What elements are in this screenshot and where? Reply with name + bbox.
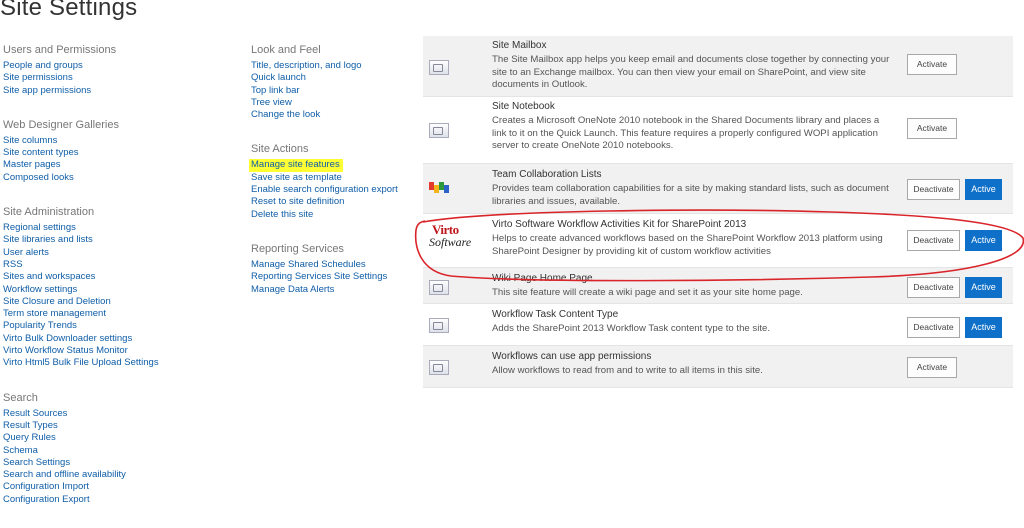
feature-description: The Site Mailbox app helps you keep emai…: [492, 54, 890, 91]
feature-title: Team Collaboration Lists: [492, 169, 602, 180]
settings-link-workflow-settings[interactable]: Workflow settings: [3, 284, 243, 296]
settings-link-master-pages[interactable]: Master pages: [3, 159, 243, 171]
settings-link-virto-bulk-downloader-settings[interactable]: Virto Bulk Downloader settings: [3, 333, 243, 345]
settings-group-title: Reporting Services: [251, 242, 344, 255]
settings-group: Reporting Services Manage Shared Schedule…: [251, 243, 421, 296]
settings-link-quick-launch[interactable]: Quick launch: [251, 72, 421, 84]
feature-description: Adds the SharePoint 2013 Workflow Task c…: [492, 323, 771, 334]
settings-link-title-description-and-logo[interactable]: Title, description, and logo: [251, 60, 421, 72]
settings-link-reset-to-site-definition[interactable]: Reset to site definition: [251, 196, 421, 208]
settings-link-rss[interactable]: RSS: [3, 259, 243, 271]
feature-title: Site Notebook: [492, 101, 555, 112]
settings-link-configuration-import[interactable]: Configuration Import: [3, 481, 243, 493]
settings-link-site-libraries-and-lists[interactable]: Site libraries and lists: [3, 234, 243, 246]
settings-link-search-settings[interactable]: Search Settings: [3, 457, 243, 469]
feature-row: Workflow Task Content Type Adds the Share…: [423, 304, 1013, 346]
settings-link-term-store-management[interactable]: Term store management: [3, 308, 243, 320]
settings-link-user-alerts[interactable]: User alerts: [3, 247, 243, 259]
settings-link-schema[interactable]: Schema: [3, 445, 243, 457]
red-annotation-ellipse: [414, 209, 1024, 282]
feature-placeholder-icon: [429, 318, 449, 333]
settings-group-title: Web Designer Galleries: [3, 118, 119, 131]
settings-link-site-closure-and-deletion[interactable]: Site Closure and Deletion: [3, 296, 243, 308]
deactivate-button[interactable]: Deactivate: [907, 179, 960, 200]
settings-link-site-content-types[interactable]: Site content types: [3, 147, 243, 159]
settings-link-people-and-groups[interactable]: People and groups: [3, 60, 243, 72]
settings-link-change-the-look[interactable]: Change the look: [251, 109, 421, 121]
settings-link-manage-data-alerts[interactable]: Manage Data Alerts: [251, 284, 421, 296]
team-collaboration-icon: [429, 180, 451, 195]
feature-row: Site Mailbox The Site Mailbox app helps y…: [423, 36, 1013, 97]
settings-link-tree-view[interactable]: Tree view: [251, 97, 421, 109]
feature-row: Team Collaboration Lists Provides team co…: [423, 164, 1013, 214]
settings-link-composed-looks[interactable]: Composed looks: [3, 172, 243, 184]
settings-group: Look and Feel Title, description, and log…: [251, 44, 421, 121]
feature-description: This site feature will create a wiki pag…: [492, 287, 803, 298]
settings-link-query-rules[interactable]: Query Rules: [3, 432, 243, 444]
settings-group: Web Designer Galleries Site columns Site c…: [3, 119, 243, 184]
feature-placeholder-icon: [429, 60, 449, 75]
feature-description: Allow workflows to read from and to writ…: [492, 365, 763, 376]
feature-title: Workflows can use app permissions: [492, 351, 652, 362]
feature-title: Workflow Task Content Type: [492, 309, 619, 320]
page-title: Site Settings: [0, 0, 138, 21]
feature-row: Site Notebook Creates a Microsoft OneNote…: [423, 97, 1013, 164]
settings-link-enable-search-configuration-export[interactable]: Enable search configuration export: [251, 184, 421, 196]
settings-link-result-sources[interactable]: Result Sources: [3, 408, 243, 420]
settings-link-save-site-as-template[interactable]: Save site as template: [251, 172, 421, 184]
settings-link-manage-shared-schedules[interactable]: Manage Shared Schedules: [251, 259, 421, 271]
settings-group-title: Users and Permissions: [3, 44, 117, 56]
settings-group-title: Look and Feel: [251, 44, 321, 56]
settings-group-title: Search: [3, 391, 38, 404]
deactivate-button[interactable]: Deactivate: [907, 317, 960, 338]
settings-group: Site Actions Manage site features Save sit…: [249, 143, 421, 221]
activate-button[interactable]: Activate: [907, 54, 957, 75]
active-status-badge: Active: [965, 317, 1002, 338]
settings-group: Site Administration Regional settings Site…: [3, 206, 243, 370]
feature-placeholder-icon: [429, 123, 449, 138]
settings-link-virto-html5-bulk-file-upload-settings[interactable]: Virto Html5 Bulk File Upload Settings: [3, 357, 243, 369]
settings-link-result-types[interactable]: Result Types: [3, 420, 243, 432]
settings-link-manage-site-features[interactable]: Manage site features: [249, 159, 343, 172]
settings-group: Search Result Sources Result Types Query Ru…: [3, 392, 243, 506]
settings-link-sites-and-workspaces[interactable]: Sites and workspaces: [3, 271, 243, 283]
settings-link-top-link-bar[interactable]: Top link bar: [251, 85, 421, 97]
settings-link-site-app-permissions[interactable]: Site app permissions: [3, 85, 243, 97]
settings-link-reporting-services-site-settings[interactable]: Reporting Services Site Settings: [251, 271, 421, 283]
settings-link-popularity-trends[interactable]: Popularity Trends: [3, 320, 243, 332]
feature-placeholder-icon: [429, 360, 449, 375]
settings-link-search-and-offline-availability[interactable]: Search and offline availability: [3, 469, 243, 481]
settings-link-delete-this-site[interactable]: Delete this site: [251, 209, 421, 221]
feature-row: Workflows can use app permissions Allow w…: [423, 346, 1013, 388]
settings-link-site-permissions[interactable]: Site permissions: [3, 72, 243, 84]
settings-group: Users and Permissions People and groups Si…: [3, 44, 243, 97]
settings-group-title: Site Administration: [3, 206, 95, 219]
feature-description: Provides team collaboration capabilities…: [492, 183, 889, 207]
settings-group-title: Site Actions: [251, 143, 309, 156]
activate-button[interactable]: Activate: [907, 118, 957, 139]
feature-description: Creates a Microsoft OneNote 2010 noteboo…: [492, 115, 880, 152]
activate-button[interactable]: Activate: [907, 357, 957, 378]
settings-left-column: Users and Permissions People and groups Si…: [3, 44, 243, 528]
feature-title: Site Mailbox: [492, 40, 547, 51]
settings-link-virto-workflow-status-monitor[interactable]: Virto Workflow Status Monitor: [3, 345, 243, 357]
active-status-badge: Active: [965, 179, 1002, 200]
settings-link-regional-settings[interactable]: Regional settings: [3, 222, 243, 234]
settings-middle-column: Look and Feel Title, description, and log…: [249, 44, 421, 318]
settings-link-site-columns[interactable]: Site columns: [3, 135, 243, 147]
